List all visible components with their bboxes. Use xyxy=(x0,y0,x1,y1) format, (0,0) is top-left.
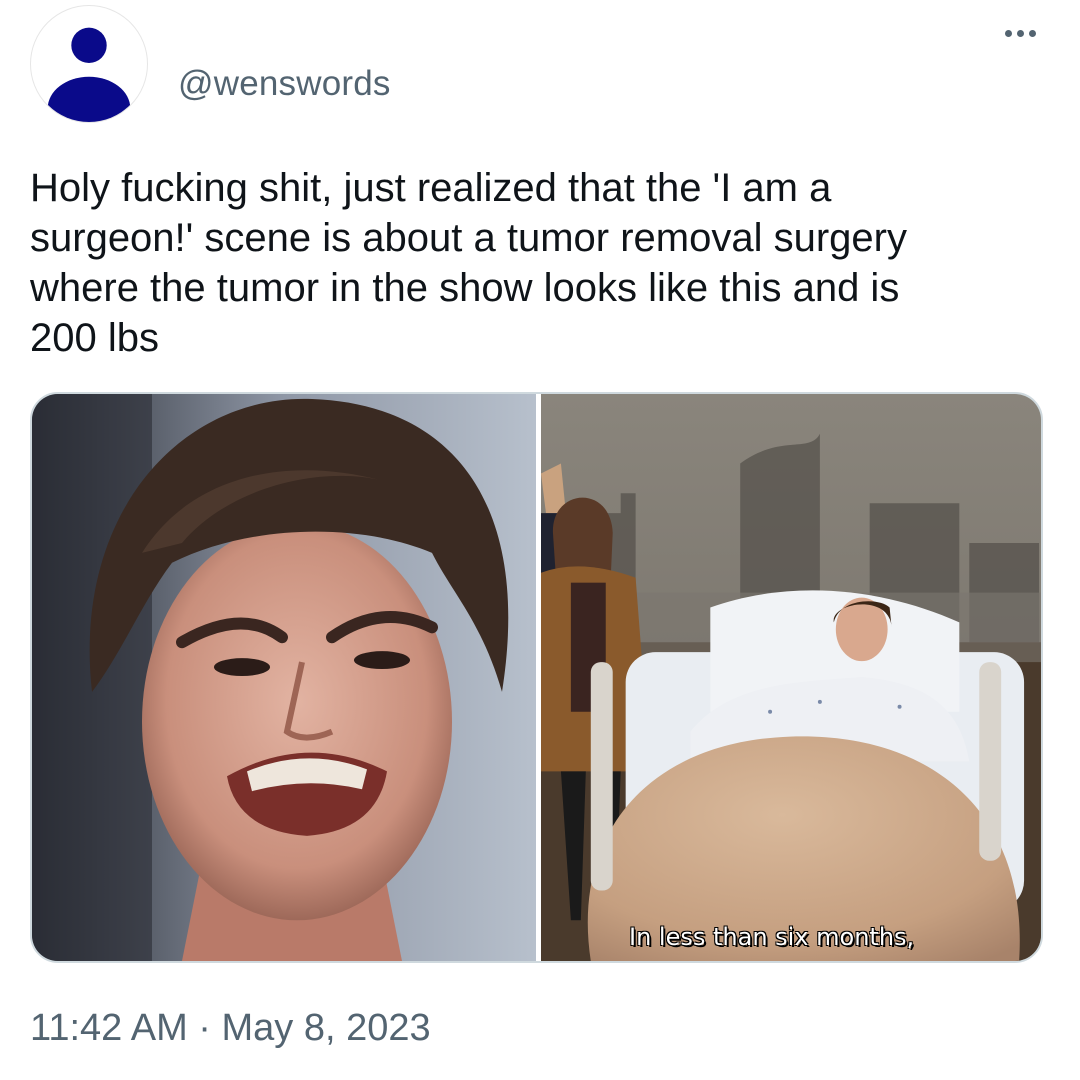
author-avatar[interactable] xyxy=(30,5,148,123)
more-options-button[interactable] xyxy=(1001,26,1040,41)
author-handle[interactable]: @wenswords xyxy=(178,64,391,104)
more-icon-dot xyxy=(1029,30,1036,37)
video-subtitle: In less than six months, xyxy=(629,923,915,951)
grimacing-face-photo xyxy=(32,394,536,961)
tweet-timestamp[interactable]: 11:42 AM · May 8, 2023 xyxy=(30,1007,431,1050)
default-profile-icon xyxy=(47,27,131,122)
media-photo-left[interactable] xyxy=(32,394,536,961)
media-photo-right[interactable]: In less than six months, xyxy=(541,394,1041,961)
media-grid: In less than six months, xyxy=(30,392,1043,963)
more-icon-dot xyxy=(1005,30,1012,37)
hospital-bed-photo xyxy=(541,394,1041,961)
tweet-text: Holy fucking shit, just realized that th… xyxy=(30,166,907,360)
more-icon-dot xyxy=(1017,30,1024,37)
